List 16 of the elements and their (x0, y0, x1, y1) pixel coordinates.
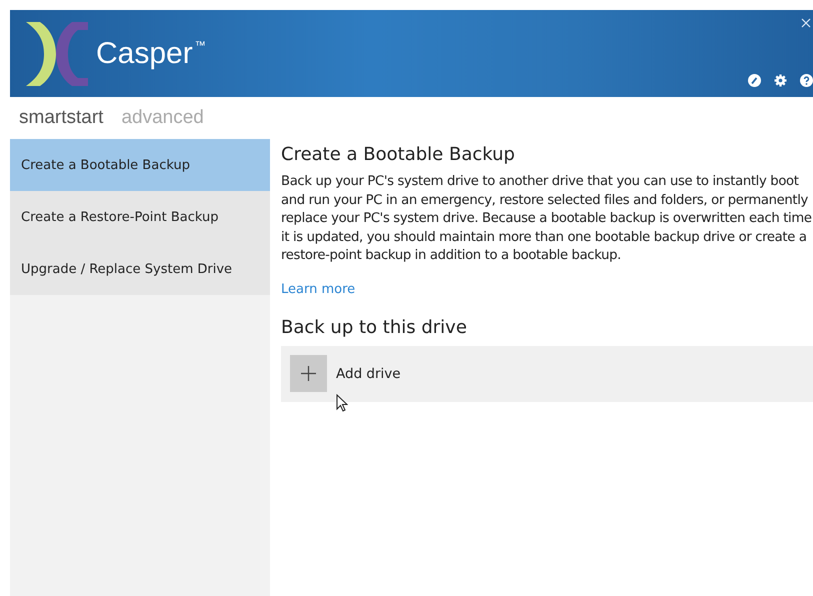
tab[interactable]: smartstart (19, 107, 104, 129)
brush-icon[interactable] (748, 74, 761, 87)
close-icon[interactable] (801, 18, 811, 28)
description: Back up your PC's system drive to another drive that you can use to instantly boot and run your PC in an emergency, restore selected files and folders, or permanently replace your PC's system drive. Because a bootable backup is overwritten each time it is updated, you should maintain more than one bootable backup drive or create a restore-point backup in addition to a bootable backup. (281, 173, 813, 265)
app-title: Casper$^{™}$ (96, 36, 206, 70)
section-heading: Back up to this drive (281, 316, 468, 338)
plus-icon (290, 355, 327, 392)
sidebar-item[interactable]: Upgrade / Replace System Drive (10, 243, 270, 295)
sidebar-item[interactable]: Create a Restore-Point Backup (10, 191, 270, 243)
sidebar-item[interactable]: Create a Bootable Backup (10, 139, 270, 191)
cursor-icon (336, 394, 348, 412)
help-icon[interactable] (800, 74, 813, 87)
logo-icon (26, 22, 88, 86)
settings-icon[interactable] (774, 74, 787, 87)
learn-more-link[interactable]: Learn more (281, 282, 356, 296)
page-heading: Create a Bootable Backup (281, 144, 516, 165)
